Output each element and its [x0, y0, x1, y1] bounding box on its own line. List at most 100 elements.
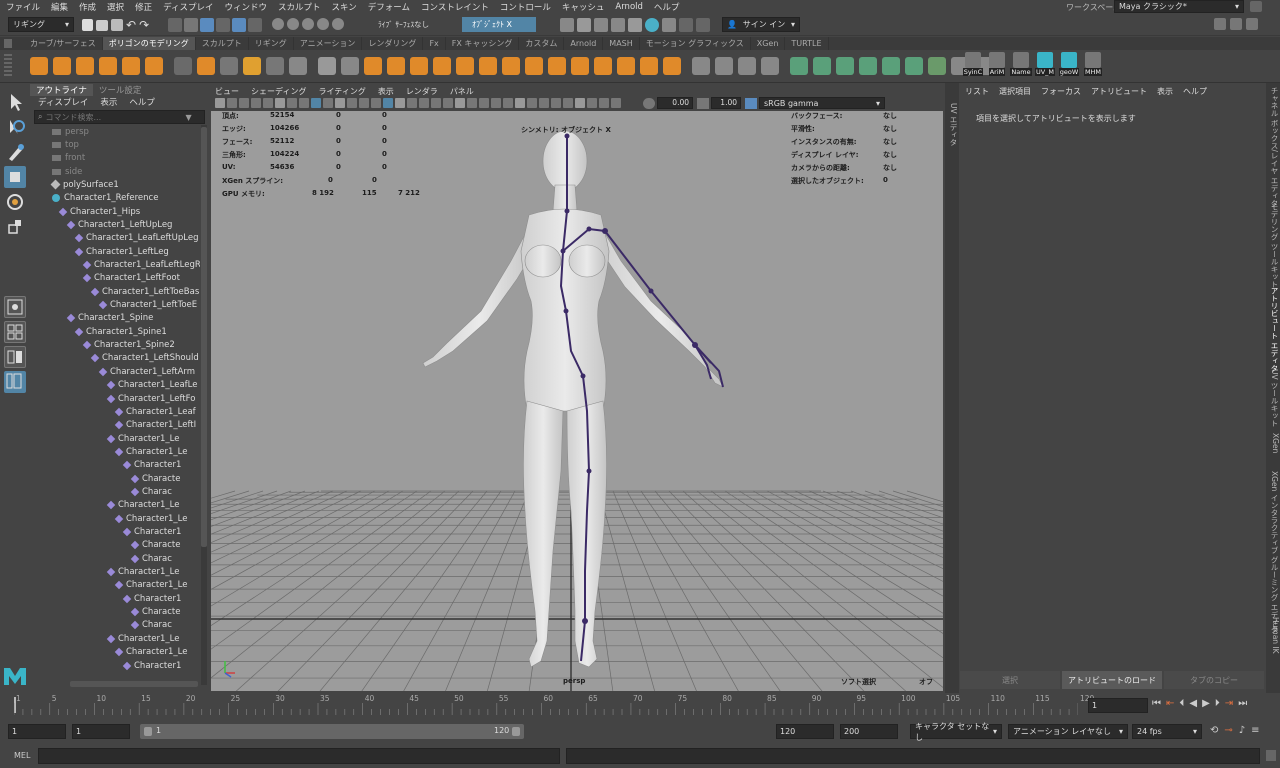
shelf-tool-icon[interactable] [53, 57, 71, 75]
shelf-tab[interactable]: モーション グラフィックス [640, 37, 751, 50]
outliner-item[interactable]: Character1_Le [106, 632, 179, 645]
search-input[interactable] [45, 112, 186, 122]
select-tool[interactable] [4, 91, 26, 113]
outliner-item[interactable]: Character1_LeftToeE [98, 299, 197, 312]
viewport-tool-icon[interactable] [479, 98, 489, 108]
shelf-tool-icon[interactable] [318, 57, 336, 75]
shelf-tool-icon[interactable] [836, 57, 854, 75]
paint-select-tool[interactable] [4, 141, 26, 163]
viewport-tool-icon[interactable] [455, 98, 465, 108]
viewport-menu-item[interactable]: シェーディング [251, 86, 306, 97]
shelf-tool-icon[interactable] [122, 57, 140, 75]
custom-shelf-button[interactable]: SyinC [962, 52, 984, 80]
shelf-tool-icon[interactable] [99, 57, 117, 75]
four-view-layout-icon[interactable] [4, 321, 26, 343]
outliner-tab[interactable]: ツール設定 [93, 84, 148, 96]
shelf-tool-icon[interactable] [220, 57, 238, 75]
custom-shelf-button[interactable]: Name [1010, 52, 1032, 80]
outliner-search-field[interactable]: ⌕ ▼ [34, 110, 205, 124]
rotate-tool[interactable] [4, 191, 26, 213]
current-frame-field[interactable]: 1 [1088, 698, 1148, 713]
shelf-tab[interactable]: Arnold [564, 37, 604, 50]
viewport-tool-icon[interactable] [335, 98, 345, 108]
viewport-tool-icon[interactable] [323, 98, 333, 108]
range-end-handle[interactable] [512, 727, 520, 736]
outliner-item[interactable]: Character1 [122, 592, 181, 605]
select-hierarchy-icon[interactable] [168, 18, 182, 32]
viewport-tool-icon[interactable] [419, 98, 429, 108]
outliner-item[interactable]: Character1_Le [114, 646, 187, 659]
outliner-vscrollbar[interactable] [201, 125, 207, 685]
outliner-item[interactable]: Character1_Le [106, 566, 179, 579]
save-scene-icon[interactable] [111, 19, 123, 31]
workspace-select[interactable]: Maya クラシック* ▾ [1114, 0, 1244, 13]
menu-item[interactable]: ファイル [6, 1, 40, 13]
snap-grid-icon[interactable] [272, 18, 284, 30]
menu-item[interactable]: デフォーム [368, 1, 410, 13]
menu-item[interactable]: 修正 [135, 1, 152, 13]
attribute-menu-item[interactable]: リスト [965, 86, 989, 97]
outliner-item[interactable]: Character1_Le [106, 499, 179, 512]
outliner-item[interactable]: Character1_LeftI [114, 419, 196, 432]
viewport-tool-icon[interactable] [527, 98, 537, 108]
shelf-tool-icon[interactable] [761, 57, 779, 75]
shelf-tool-icon[interactable] [882, 57, 900, 75]
outliner-item[interactable]: Characte [130, 472, 180, 485]
shelf-tool-icon[interactable] [715, 57, 733, 75]
menu-item[interactable]: 作成 [79, 1, 96, 13]
snap-curve-icon[interactable] [287, 18, 299, 30]
attribute-button[interactable]: タブのコピー [1164, 671, 1264, 689]
lasso-tool[interactable] [4, 116, 26, 138]
shelf-tool-icon[interactable] [640, 57, 658, 75]
shelf-tool-icon[interactable] [905, 57, 923, 75]
shelf-tool-icon[interactable] [617, 57, 635, 75]
outliner-item[interactable]: polySurface1 [50, 178, 119, 191]
shelf-tab[interactable]: MASH [603, 37, 640, 50]
outliner-item[interactable]: Character1_Le [114, 445, 187, 458]
new-scene-icon[interactable] [82, 19, 93, 31]
step-back-frame-icon[interactable]: ⏴ [1179, 698, 1184, 709]
outliner-item[interactable]: front [52, 152, 85, 165]
shelf-tool-icon[interactable] [502, 57, 520, 75]
outliner-item[interactable]: top [52, 138, 79, 151]
shelf-tab[interactable]: レンダリング [362, 37, 424, 50]
time-slider[interactable]: 1 5 10 15 20 25 30 35 40 45 50 55 60 65 70 75 80 85 90 95 10… [0, 693, 1280, 719]
shelf-tool-icon[interactable] [813, 57, 831, 75]
shelf-tool-icon[interactable] [479, 57, 497, 75]
character-model[interactable] [211, 111, 943, 691]
menu-item[interactable]: 編集 [51, 1, 68, 13]
gamma-field[interactable]: 1.00 [711, 97, 741, 109]
outliner-item[interactable]: Character1_Le [114, 579, 187, 592]
shelf-tool-icon[interactable] [410, 57, 428, 75]
attribute-menu-item[interactable]: 表示 [1157, 86, 1173, 97]
outliner-item[interactable]: Characte [130, 606, 180, 619]
attribute-menu-item[interactable]: ヘルプ [1183, 86, 1207, 97]
shelf-tool-icon[interactable] [30, 57, 48, 75]
viewport-tool-icon[interactable] [587, 98, 597, 108]
outliner-menu-item[interactable]: 表示 [94, 96, 123, 108]
outliner-item[interactable]: persp [52, 125, 89, 138]
viewport-tool-icon[interactable] [371, 98, 381, 108]
chevron-down-icon[interactable]: ▼ [185, 113, 191, 122]
outliner-item[interactable]: Character1_LeftLeg [74, 245, 169, 258]
viewport-tool-icon[interactable] [599, 98, 609, 108]
pick-mask-icon[interactable] [216, 18, 230, 32]
custom-shelf-button[interactable]: geoW [1058, 52, 1080, 80]
outliner-item[interactable]: side [52, 165, 82, 178]
menu-item[interactable]: ディスプレイ [163, 1, 213, 13]
render-settings-icon[interactable] [560, 18, 574, 32]
viewport-tool-icon[interactable] [383, 98, 393, 108]
viewport-tool-icon[interactable] [287, 98, 297, 108]
viewport-tool-icon[interactable] [515, 98, 525, 108]
shelf-tool-icon[interactable] [197, 57, 215, 75]
outliner-item[interactable]: Character1_Hips [58, 205, 140, 218]
outliner-item[interactable]: Character1_LeftFo [106, 392, 195, 405]
attribute-button[interactable]: 選択 [960, 671, 1060, 689]
shelf-tool-icon[interactable] [928, 57, 946, 75]
outliner-item[interactable]: Character1_Leaf [114, 405, 196, 418]
side-tab[interactable]: UV ツールキット [1266, 369, 1280, 427]
select-component-icon[interactable] [200, 18, 214, 32]
outliner-item[interactable]: Charac [130, 619, 172, 632]
undo-icon[interactable]: ↶ [126, 18, 136, 32]
signin-button[interactable]: 👤 サイン イン ▾ [722, 17, 800, 32]
